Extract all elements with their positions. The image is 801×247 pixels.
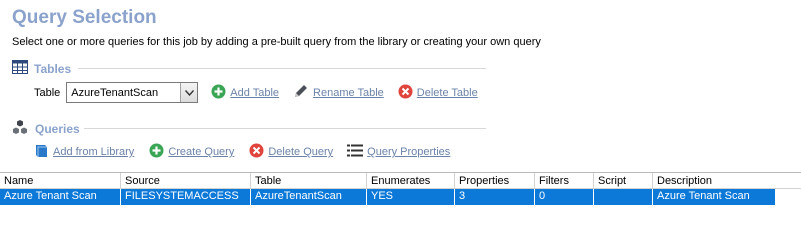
list-icon [347, 144, 364, 160]
plus-circle-icon [211, 84, 226, 102]
delete-circle-icon [398, 84, 413, 102]
table-grid-icon [12, 60, 28, 77]
queries-section-header: Queries [12, 120, 80, 137]
column-header-name[interactable]: Name [0, 173, 121, 188]
delete-circle-icon [249, 143, 264, 161]
chevron-down-icon[interactable] [180, 83, 198, 102]
row-cell-source: FILESYSTEMACCESS [121, 189, 251, 205]
row-cell-table: AzureTenantScan [251, 189, 367, 205]
grid-header: Name Source Table Enumerates Properties … [0, 172, 801, 189]
delete-table-button[interactable]: Delete Table [398, 84, 478, 102]
table-label: Table [34, 86, 61, 99]
row-cell-description: Azure Tenant Scan [657, 190, 750, 202]
table-row[interactable]: Azure Tenant Scan FILESYSTEMACCESS Azure… [0, 189, 775, 205]
rename-table-label: Rename Table [313, 86, 384, 99]
book-icon [34, 143, 49, 161]
row-cell-name: Azure Tenant Scan [0, 189, 121, 205]
column-header-properties[interactable]: Properties [455, 173, 535, 188]
column-header-description[interactable]: Description [653, 173, 801, 188]
column-header-filters[interactable]: Filters [535, 173, 594, 188]
row-cell-script [594, 189, 653, 205]
table-select[interactable]: AzureTenantScan [66, 82, 199, 103]
row-cell-enumerates: YES [367, 189, 455, 205]
tables-section-header: Tables [12, 60, 71, 77]
tables-divider [78, 68, 486, 69]
query-properties-label: Query Properties [367, 146, 451, 158]
add-table-button[interactable]: Add Table [211, 84, 279, 102]
add-from-library-label: Add from Library [53, 146, 135, 158]
queries-icon [12, 120, 29, 137]
delete-table-label: Delete Table [416, 86, 478, 99]
create-query-label: Create Query [168, 146, 235, 158]
pencil-icon [293, 83, 309, 102]
column-header-source[interactable]: Source [121, 173, 251, 188]
plus-circle-icon [149, 143, 164, 161]
row-cell-filters: 0 [535, 189, 594, 205]
queries-section-label: Queries [35, 121, 80, 136]
delete-query-button[interactable]: Delete Query [249, 143, 333, 161]
delete-query-label: Delete Query [268, 146, 334, 158]
tables-section-label: Tables [34, 61, 72, 76]
queries-grid: Name Source Table Enumerates Properties … [0, 172, 801, 205]
page-title: Query Selection [12, 7, 157, 28]
queries-divider [84, 128, 486, 129]
query-properties-button[interactable]: Query Properties [347, 144, 450, 160]
column-header-table[interactable]: Table [251, 173, 367, 188]
add-table-label: Add Table [230, 86, 280, 99]
column-header-enumerates[interactable]: Enumerates [367, 173, 455, 188]
create-query-button[interactable]: Create Query [149, 143, 234, 161]
page-subtitle: Select one or more queries for this job … [12, 36, 541, 48]
rename-table-button[interactable]: Rename Table [293, 83, 384, 102]
column-header-script[interactable]: Script [594, 173, 653, 188]
row-cell-properties: 3 [455, 189, 535, 205]
add-from-library-button[interactable]: Add from Library [34, 143, 134, 161]
table-select-value: AzureTenantScan [71, 86, 159, 99]
